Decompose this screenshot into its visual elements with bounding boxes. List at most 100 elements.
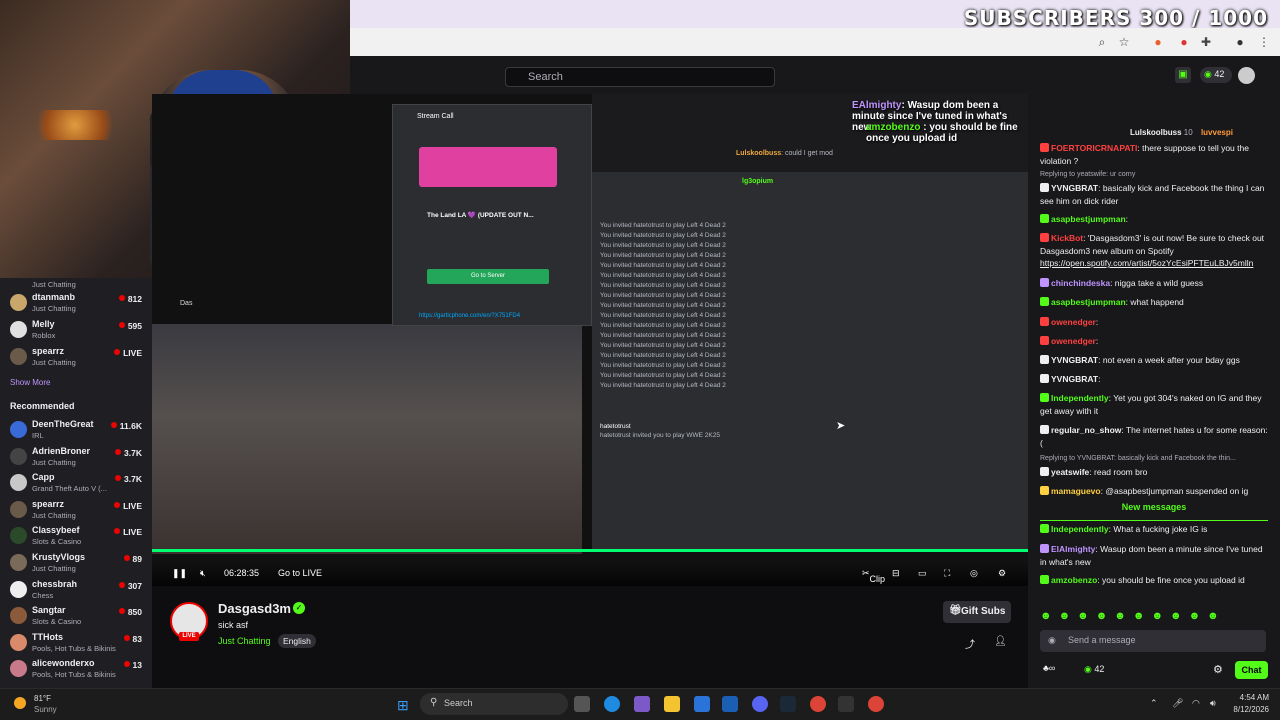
- sidebar-channel[interactable]: TTHots Pools, Hot Tubs & Bikinis 83: [10, 632, 150, 658]
- points-badge[interactable]: ◉ 42: [1200, 67, 1232, 83]
- live-dvr-icon[interactable]: ◎: [970, 568, 978, 579]
- chrome-icon[interactable]: [810, 696, 826, 712]
- chat-username[interactable]: amzobenzo: [1051, 575, 1097, 585]
- wifi-icon[interactable]: ◠: [1192, 698, 1200, 709]
- sidebar-channel[interactable]: spearrz Just Chatting LIVE: [10, 346, 150, 372]
- captions-icon[interactable]: ⊟: [892, 568, 900, 579]
- chat-username[interactable]: YVNGBRAT: [1051, 355, 1098, 365]
- playback-progress[interactable]: [152, 549, 1028, 552]
- chat-username[interactable]: yeatswife: [1051, 467, 1089, 477]
- clip-button[interactable]: ✂ Clip: [862, 568, 885, 584]
- sidebar-channel[interactable]: dtanmanb Just Chatting 812: [10, 292, 150, 318]
- steam-icon[interactable]: [780, 696, 796, 712]
- stream-category[interactable]: Just Chatting: [218, 636, 271, 646]
- chat-username[interactable]: YVNGBRAT: [1051, 374, 1098, 384]
- theater-icon[interactable]: ▭: [918, 568, 927, 579]
- chat-username[interactable]: regular_no_show: [1051, 425, 1121, 435]
- sidebar-channel[interactable]: chessbrah Chess 307: [10, 579, 150, 605]
- chat-username[interactable]: chinchindeska: [1051, 278, 1110, 288]
- weather-temp[interactable]: 81°F: [34, 694, 51, 703]
- add-user-icon[interactable]: 👤︎: [994, 636, 1007, 647]
- discord-icon[interactable]: [752, 696, 768, 712]
- gift-subs-button[interactable]: 🎁︎ Gift Subs: [943, 601, 1011, 623]
- share-icon[interactable]: ⤴: [965, 636, 975, 651]
- chat-settings-gear-icon[interactable]: ⚙: [1213, 663, 1223, 676]
- zoom-icon[interactable]: ⌕: [1094, 34, 1110, 50]
- taskbar-search[interactable]: Search: [420, 693, 568, 715]
- chat-settings-icon[interactable]: ◉: [1048, 635, 1056, 646]
- chat-username[interactable]: mamaguevo: [1051, 486, 1101, 496]
- app-icon[interactable]: [838, 696, 854, 712]
- chrome-icon[interactable]: [868, 696, 884, 712]
- sidebar-channel[interactable]: Sangtar Slots & Casino 850: [10, 605, 150, 631]
- chat-username[interactable]: owenedger: [1051, 317, 1096, 327]
- extension-icon[interactable]: ●: [1176, 34, 1192, 50]
- go-to-server-button[interactable]: Go to Server: [427, 269, 549, 284]
- weather-desc[interactable]: Sunny: [34, 705, 57, 714]
- browser-menu-icon[interactable]: ⋮: [1256, 34, 1272, 50]
- chat-message: asapbestjumpman: what happend: [1040, 296, 1268, 309]
- channel-avatar: [10, 607, 27, 625]
- chat-users-icon[interactable]: ♣∞: [1043, 663, 1055, 673]
- chat-username[interactable]: FOERTORICRNAPATI: [1051, 143, 1137, 153]
- chat-username[interactable]: asapbestjumpman: [1051, 297, 1126, 307]
- volume-icon[interactable]: 🔊︎: [1210, 698, 1216, 709]
- app-icon[interactable]: [694, 696, 710, 712]
- chat-username[interactable]: Independently: [1051, 393, 1109, 403]
- search-input[interactable]: Search: [505, 67, 775, 87]
- extension-icon[interactable]: ●: [1150, 34, 1166, 50]
- chat-badge-icon: [1040, 143, 1049, 152]
- stream-language-tag[interactable]: English: [278, 634, 316, 648]
- kick-logo-icon[interactable]: ▣: [1175, 67, 1191, 83]
- settings-gear-icon[interactable]: ⚙: [998, 568, 1006, 579]
- chat-username[interactable]: ElAlmighty: [1051, 544, 1095, 554]
- go-to-live-button[interactable]: Go to LIVE: [278, 568, 322, 578]
- sidebar-channel[interactable]: KrustyVlogs Just Chatting 89: [10, 552, 150, 578]
- bookmark-star-icon[interactable]: ☆: [1116, 34, 1132, 50]
- chat-username[interactable]: Independently: [1051, 524, 1109, 534]
- emote-bar[interactable]: ☻☻☻☻☻☻☻☻☻☻: [1040, 610, 1226, 622]
- mute-icon[interactable]: 🔇︎: [200, 568, 206, 579]
- chat-badge-icon: [1040, 544, 1049, 553]
- chat-username[interactable]: owenedger: [1051, 336, 1096, 346]
- clock-date[interactable]: 8/12/2026: [1225, 705, 1269, 714]
- chat-username[interactable]: YVNGBRAT: [1051, 183, 1098, 193]
- sidebar-channel[interactable]: alicewonderxo Pools, Hot Tubs & Bikinis 13: [10, 658, 150, 684]
- chat-send-button[interactable]: Chat: [1235, 661, 1268, 679]
- app-icon[interactable]: [634, 696, 650, 712]
- start-menu-icon[interactable]: ⊞: [397, 697, 409, 714]
- sidebar-channel[interactable]: DeenTheGreat IRL 11.6K: [10, 419, 150, 445]
- sidebar-channel[interactable]: Melly Roblox 595: [10, 319, 150, 345]
- microphone-icon[interactable]: 🎤︎: [1172, 698, 1183, 709]
- task-view-icon[interactable]: [574, 696, 590, 712]
- chat-message-input[interactable]: Send a message: [1040, 630, 1266, 652]
- tray-overflow-icon[interactable]: ⌃: [1150, 698, 1158, 709]
- edge-icon[interactable]: [604, 696, 620, 712]
- overlay-chat-line: amzobenzo : you should be fine once you …: [866, 122, 1018, 144]
- top-chat-line: Lulskoolbuss: could I get mod: [736, 150, 833, 157]
- user-avatar[interactable]: [1238, 67, 1255, 84]
- sidebar-channel[interactable]: Capp Grand Theft Auto V (... 3.7K: [10, 472, 150, 498]
- chat-points[interactable]: ◉ 42: [1084, 664, 1104, 675]
- channel-avatar: [10, 633, 27, 651]
- chat-link[interactable]: https://open.spotify.com/artist/5ozYcEsi…: [1040, 257, 1268, 270]
- channel-game: Just Chatting: [32, 564, 76, 573]
- store-icon[interactable]: [722, 696, 738, 712]
- chat-message: mamaguevo: @asapbestjumpman suspended on…: [1040, 485, 1268, 498]
- profile-avatar-icon[interactable]: ●: [1232, 34, 1248, 50]
- chat-username[interactable]: asapbestjumpman: [1051, 214, 1126, 224]
- pause-icon[interactable]: ❚❚: [172, 568, 187, 579]
- file-explorer-icon[interactable]: [664, 696, 680, 712]
- chat-reply-context: Replying to yeatswife: ur corny: [1040, 171, 1136, 178]
- fullscreen-icon[interactable]: ⛶: [944, 568, 950, 579]
- sidebar-channel[interactable]: spearrz Just Chatting LIVE: [10, 499, 150, 525]
- sidebar-channel[interactable]: AdrienBroner Just Chatting 3.7K: [10, 446, 150, 472]
- clock-time[interactable]: 4:54 AM: [1233, 693, 1269, 702]
- chat-username[interactable]: KickBot: [1051, 233, 1083, 243]
- extensions-puzzle-icon[interactable]: ✚: [1198, 34, 1214, 50]
- streamer-name[interactable]: Dasgasd3m: [218, 601, 291, 616]
- sidebar-channel[interactable]: Classybeef Slots & Casino LIVE: [10, 525, 150, 551]
- show-more-link[interactable]: Show More: [10, 378, 50, 387]
- video-player[interactable]: Stream Call The Land LA 💜 (UPDATE OUT N.…: [152, 94, 1028, 586]
- invite-link[interactable]: https://garticphone.com/en/?X751FD4: [419, 313, 520, 319]
